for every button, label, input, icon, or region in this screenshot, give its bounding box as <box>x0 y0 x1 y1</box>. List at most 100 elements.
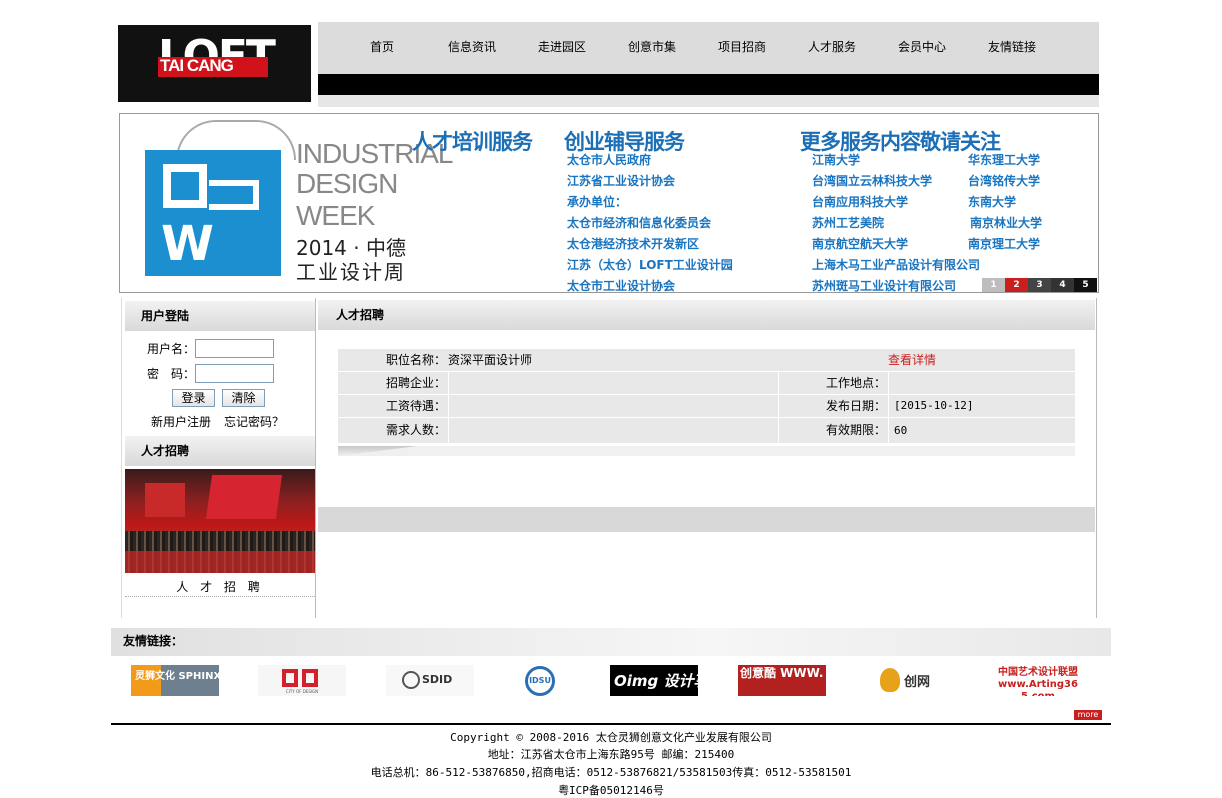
photo-shape <box>125 551 315 573</box>
banner-heading-training: 人才培训服务 <box>412 130 533 154</box>
site-logo[interactable]: LOFT TAI CANG <box>118 22 311 104</box>
friend-links-title: 友情链接： <box>111 628 1111 656</box>
banner-col2-line: 台南应用科技大学 <box>812 195 909 209</box>
link-logo-idsu[interactable]: IDSU <box>498 665 586 696</box>
banner-col3-line: 南京林业大学 <box>970 216 1043 230</box>
cell-divider <box>448 418 449 443</box>
photo-shape <box>205 475 283 519</box>
link-logo-chuangwang-text: 创网 <box>904 675 931 690</box>
nav-item-investment[interactable]: 项目招商 <box>702 38 782 55</box>
link-logo-oimg[interactable]: Oimg 设计享受 <box>610 665 698 696</box>
forgot-password-link[interactable]: 忘记密码？ <box>224 413 284 430</box>
job-detail-link[interactable]: 查看详情 <box>888 349 936 371</box>
table-row: 职位名称： 资深平面设计师 查看详情 <box>338 349 1075 371</box>
banner-col3-line: 南京理工大学 <box>968 237 1041 251</box>
date-value: [2015-10-12] <box>894 399 974 412</box>
cell-divider <box>448 395 449 417</box>
banner-col1-line: 太仓港经济技术开发新区 <box>567 237 700 251</box>
logo-background: LOFT TAI CANG <box>118 25 311 102</box>
company-label: 招聘企业： <box>386 376 447 390</box>
idw-line-design: DESIGN <box>296 168 398 199</box>
location-label: 工作地点： <box>826 376 887 390</box>
cell-divider <box>778 418 779 443</box>
link-logo-cod-text: CITY OF DESIGN <box>285 689 319 694</box>
main-nav: 首页 信息资讯 走进园区 创意市集 项目招商 人才服务 会员中心 友情链接 <box>318 22 1099 74</box>
footer-phone: 电话总机：86-512-53876850,招商电话：0512-53876821/… <box>370 766 852 779</box>
main-panel-footer <box>318 507 1095 532</box>
register-link[interactable]: 新用户注册 <box>151 413 211 430</box>
banner-pager-dot[interactable]: 4 <box>1051 278 1074 292</box>
salary-label: 工资待遇： <box>386 399 447 413</box>
footer-icp[interactable]: 粤ICP备05012146号 <box>0 782 1222 798</box>
nav-grey-strip <box>318 95 1099 107</box>
idw-line-week: WEEK <box>296 200 375 231</box>
banner-col1-line: 承办单位： <box>567 195 628 209</box>
link-logo-oimg-text: Oimg 设计享受 <box>614 672 698 690</box>
login-panel-title: 用户登陆 <box>125 301 315 331</box>
footer-divider <box>111 723 1111 725</box>
validity-value: 60 <box>894 424 908 437</box>
nav-item-market[interactable]: 创意市集 <box>612 38 692 55</box>
footer-address: 地址：江苏省太仓市上海东路95号 邮编：215400 <box>487 748 735 761</box>
main-panel-title: 人才招聘 <box>318 300 1095 330</box>
login-button[interactable]: 登录 <box>172 389 215 407</box>
link-logo-idea-cool-text: 创意酷 WWW.IDEA-COOL.CN <box>740 667 824 680</box>
username-label: 用户名： <box>147 342 196 356</box>
cod-logo-mark <box>302 669 318 687</box>
banner-pager-dot[interactable]: 1 <box>982 278 1005 292</box>
banner-pager: 1 2 3 4 5 <box>980 278 1098 292</box>
talent-photo[interactable] <box>125 469 315 573</box>
sdid-logo-mark <box>402 671 420 689</box>
link-logo-sdid-text: SDID <box>422 673 453 686</box>
chuangwang-logo-mark <box>880 668 900 692</box>
banner-pager-dot-active[interactable]: 2 <box>1005 278 1028 292</box>
banner-pager-dot[interactable]: 3 <box>1028 278 1051 292</box>
more-links-button[interactable]: more <box>1074 710 1102 720</box>
banner-col1-line: 江苏（太仓）LOFT工业设计园 <box>567 258 733 272</box>
banner-col2-line: 苏州斑马工业设计有限公司 <box>812 279 957 293</box>
date-label: 发布日期： <box>826 399 887 413</box>
position-value: 资深平面设计师 <box>448 353 533 367</box>
link-logo-idea-cool[interactable]: 创意酷 WWW.IDEA-COOL.CN <box>738 665 826 696</box>
left-sidebar: 用户登陆 用户名： 密 码： 登录 清除 新用户注册 忘记密码？ 人才招聘 人 … <box>121 298 316 618</box>
nav-item-member[interactable]: 会员中心 <box>882 38 962 55</box>
banner-col1-line: 江苏省工业设计协会 <box>567 174 676 188</box>
cell-divider <box>778 395 779 417</box>
link-logo-sdid[interactable]: SDID <box>386 665 474 696</box>
username-input[interactable] <box>195 339 274 358</box>
idw-chinese-title: 工业设计周 <box>296 260 406 284</box>
idw-logo-square <box>163 164 207 208</box>
talent-photo-caption[interactable]: 人 才 招 聘 <box>125 578 315 595</box>
cod-logo-mark <box>282 669 298 687</box>
nav-black-bar <box>318 74 1099 95</box>
cell-divider <box>778 372 779 394</box>
cell-divider <box>888 418 889 443</box>
nav-item-park[interactable]: 走进园区 <box>522 38 602 55</box>
banner-pager-dot[interactable]: 5 <box>1074 278 1097 292</box>
banner-slideshow[interactable]: W INDUSTRIAL DESIGN WEEK 2014 · 中德 工业设计周… <box>119 113 1099 293</box>
job-table-footer <box>338 446 1075 456</box>
validity-label: 有效期限： <box>826 423 887 437</box>
link-logo-arting365[interactable]: 中国艺术设计联盟 www.Arting365.com <box>994 665 1082 696</box>
banner-col1-line: 太仓市工业设计协会 <box>567 279 676 293</box>
clear-button[interactable]: 清除 <box>222 389 265 407</box>
idw-logo: W <box>145 150 281 276</box>
link-logo-city-of-design[interactable]: CITY OF DESIGN <box>258 665 346 696</box>
banner-col2-line: 南京航空航天大学 <box>812 237 909 251</box>
link-logo-idsu-text: IDSU <box>525 666 555 696</box>
logo-taicang-text: TAI CANG <box>160 56 234 75</box>
banner-col3-line: 华东理工大学 <box>968 153 1041 167</box>
nav-item-home[interactable]: 首页 <box>342 38 422 55</box>
cell-divider <box>448 372 449 394</box>
link-logo-chuangwang[interactable]: 创网 <box>866 665 954 696</box>
banner-col2-line: 上海木马工业产品设计有限公司 <box>812 258 981 272</box>
password-input[interactable] <box>195 364 274 383</box>
nav-item-talent[interactable]: 人才服务 <box>792 38 872 55</box>
nav-item-news[interactable]: 信息资讯 <box>432 38 512 55</box>
headcount-label: 需求人数： <box>386 423 447 437</box>
cell-divider <box>888 372 889 394</box>
link-logo-sphinx[interactable]: 灵狮文化 SPHINX <box>131 665 219 696</box>
idw-logo-bracket <box>209 180 259 210</box>
nav-item-links[interactable]: 友情链接 <box>972 38 1052 55</box>
photo-shape <box>145 483 185 517</box>
